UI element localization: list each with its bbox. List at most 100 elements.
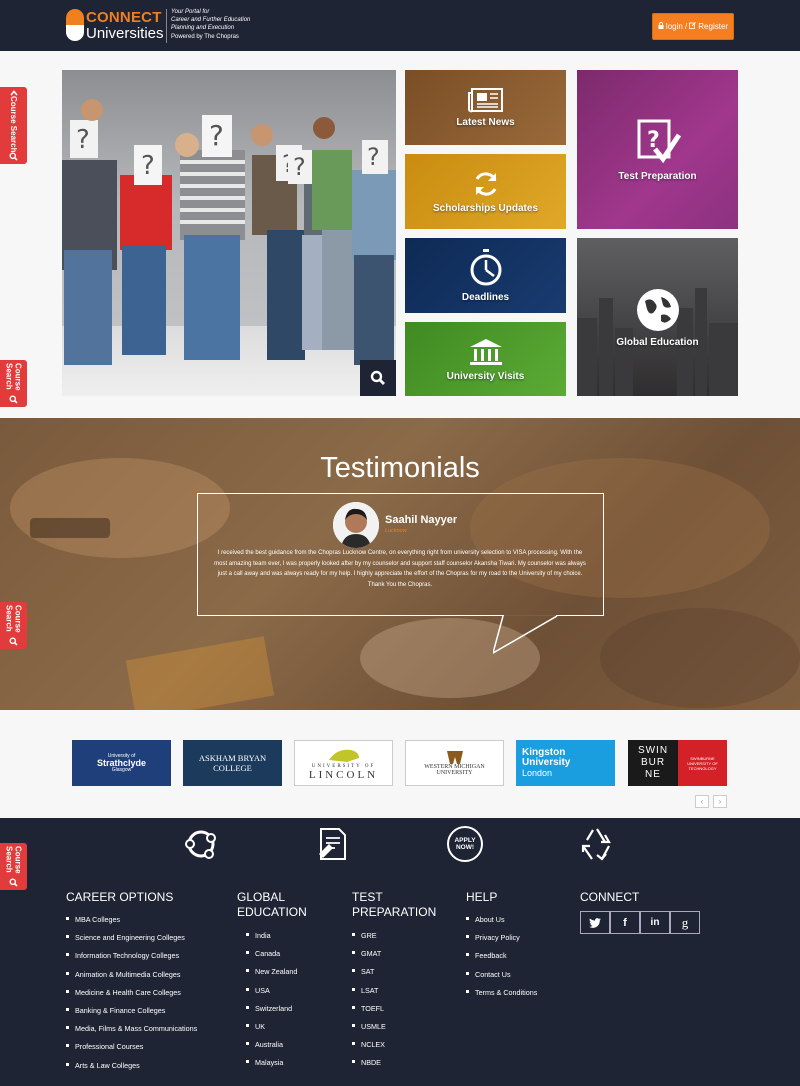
document-edit-icon[interactable]: [315, 826, 351, 862]
test-preparation-title: TEST PREPARATION: [352, 890, 436, 920]
tile-university-visits[interactable]: University Visits: [405, 322, 566, 396]
footer-link[interactable]: NCLEX: [352, 1040, 386, 1058]
powered-by: Powered by The Chopras: [171, 33, 239, 40]
twitter-icon[interactable]: [580, 911, 610, 934]
logo-swinburne[interactable]: SWIN BUR NE SWINBURNE UNIVERSITY OF TECH…: [628, 740, 727, 786]
login-label[interactable]: login /: [666, 22, 687, 31]
connect-title: CONNECT: [580, 890, 640, 904]
search-icon: [9, 878, 18, 887]
refresh-icon: [475, 172, 496, 196]
recycle-icon[interactable]: [579, 826, 615, 862]
stopwatch-icon: [470, 249, 501, 286]
google-plus-icon[interactable]: g: [670, 911, 700, 934]
search-icon: [9, 637, 18, 646]
footer-link[interactable]: Arts & Law Colleges: [66, 1061, 197, 1079]
logo-text: Strathclyde: [96, 757, 147, 768]
global-education-title: GLOBAL EDUCATION: [237, 890, 307, 920]
footer-link[interactable]: GRE: [352, 931, 386, 949]
testimonial-avatar: [333, 502, 379, 548]
tile-deadlines[interactable]: Deadlines: [405, 238, 566, 313]
testimonial-location: Lucknow: [385, 528, 407, 534]
footer-link[interactable]: Banking & Finance Colleges: [66, 1006, 197, 1024]
tagline-line: Career and Further Education: [171, 17, 251, 24]
footer-link[interactable]: NBDE: [352, 1058, 386, 1076]
footer-link[interactable]: MBA Colleges: [66, 915, 197, 933]
footer-link[interactable]: About Us: [466, 915, 537, 933]
tile-label: Global Education: [616, 336, 699, 348]
site-header: CONNECT Universities Your Portal for Car…: [0, 0, 800, 51]
footer-link[interactable]: Privacy Policy: [466, 933, 537, 951]
footer-link[interactable]: Information Technology Colleges: [66, 951, 197, 969]
carousel-prev-button[interactable]: ‹: [695, 795, 709, 808]
course-search-label: Course Search: [4, 846, 23, 874]
testimonial-text: I received the best guidance from the Ch…: [214, 550, 586, 588]
footer-link[interactable]: Switzerland: [246, 1004, 297, 1022]
hero-image-students-question-marks: ? ? ? ? ?: [62, 70, 396, 396]
footer-link[interactable]: UK: [246, 1022, 297, 1040]
tile-label: Latest News: [456, 117, 515, 128]
course-search-tab[interactable]: Course Search: [0, 602, 27, 649]
course-search-tab[interactable]: Course Search: [0, 87, 27, 164]
logo-connect-text[interactable]: CONNECT: [86, 9, 162, 26]
hero-search-button[interactable]: [360, 360, 396, 396]
career-options-list: MBA Colleges Science and Engineering Col…: [66, 915, 197, 1079]
footer-link[interactable]: GMAT: [352, 949, 386, 967]
facebook-icon[interactable]: f: [610, 911, 640, 934]
footer-link[interactable]: USMLE: [352, 1022, 386, 1040]
logo-lincoln[interactable]: UNIVERSITY OF LINCOLN: [294, 740, 393, 786]
svg-text:?: ?: [76, 125, 90, 155]
tile-label: University Visits: [446, 370, 525, 382]
footer-link[interactable]: Feedback: [466, 951, 537, 969]
tile-scholarships-updates[interactable]: Scholarships Updates: [405, 154, 566, 229]
svg-text:?: ?: [367, 143, 380, 171]
logo-western-michigan[interactable]: WESTERN MICHIGAN UNIVERSITY: [405, 740, 504, 786]
footer-link[interactable]: Terms & Conditions: [466, 988, 537, 1006]
footer-link[interactable]: Science and Engineering Colleges: [66, 933, 197, 951]
search-icon: [9, 395, 18, 404]
logo-strathclyde[interactable]: University of Strathclyde Glasgow: [72, 740, 171, 786]
footer-link[interactable]: Malaysia: [246, 1058, 297, 1076]
title-line: PREPARATION: [352, 905, 437, 919]
footer-link[interactable]: TOEFL: [352, 1004, 386, 1022]
footer-link[interactable]: Contact Us: [466, 970, 537, 988]
apply-now-badge[interactable]: APPLY NOW!: [447, 826, 483, 862]
logo-mark[interactable]: [66, 9, 84, 41]
title-line: EDUCATION: [237, 905, 307, 919]
logo-askham-bryan[interactable]: ASKHAM BRYAN COLLEGE: [183, 740, 282, 786]
footer-link[interactable]: India: [246, 931, 297, 949]
register-label[interactable]: Register: [698, 22, 728, 31]
tagline-line: Planning and Execution: [171, 25, 235, 32]
university-building-icon: [469, 338, 502, 365]
svg-text:?: ?: [209, 119, 224, 152]
social-links: f in g: [580, 911, 700, 934]
logo-universities-text[interactable]: Universities: [86, 25, 164, 42]
carousel-next-button[interactable]: ›: [713, 795, 727, 808]
logo-text: SWINBURNE UNIVERSITY OF TECHNOLOGY: [678, 740, 727, 786]
tile-global-education[interactable]: Global Education: [577, 238, 738, 396]
course-search-tab[interactable]: Course Search: [0, 360, 27, 407]
footer-link[interactable]: Media, Films & Mass Communications: [66, 1024, 197, 1042]
course-search-label: Course Search: [4, 605, 23, 633]
linkedin-icon[interactable]: in: [640, 911, 670, 934]
footer-link[interactable]: SAT: [352, 967, 386, 985]
footer-link[interactable]: Professional Courses: [66, 1042, 197, 1060]
logo-divider: [166, 9, 167, 43]
footer-link[interactable]: USA: [246, 986, 297, 1004]
tile-label: Scholarships Updates: [432, 203, 539, 214]
footer-link[interactable]: Canada: [246, 949, 297, 967]
tile-latest-news[interactable]: Latest News: [405, 70, 566, 145]
footer-link[interactable]: Medicine & Health Care Colleges: [66, 988, 197, 1006]
course-search-tab[interactable]: Course Search: [0, 843, 27, 890]
tile-label: Test Preparation: [618, 171, 697, 182]
search-icon: [370, 370, 385, 385]
footer-link[interactable]: Australia: [246, 1040, 297, 1058]
svg-text:?: ?: [141, 151, 155, 181]
logo-kingston[interactable]: Kingston University London: [516, 740, 615, 786]
tile-label: Deadlines: [461, 292, 510, 303]
tile-test-preparation[interactable]: ? Test Preparation: [577, 70, 738, 229]
login-register-button[interactable]: login / Register: [652, 13, 734, 40]
footer-link[interactable]: LSAT: [352, 986, 386, 1004]
ubuntu-connect-icon[interactable]: [183, 826, 219, 862]
footer-link[interactable]: New Zealand: [246, 967, 297, 985]
footer-link[interactable]: Animation & Multimedia Colleges: [66, 970, 197, 988]
